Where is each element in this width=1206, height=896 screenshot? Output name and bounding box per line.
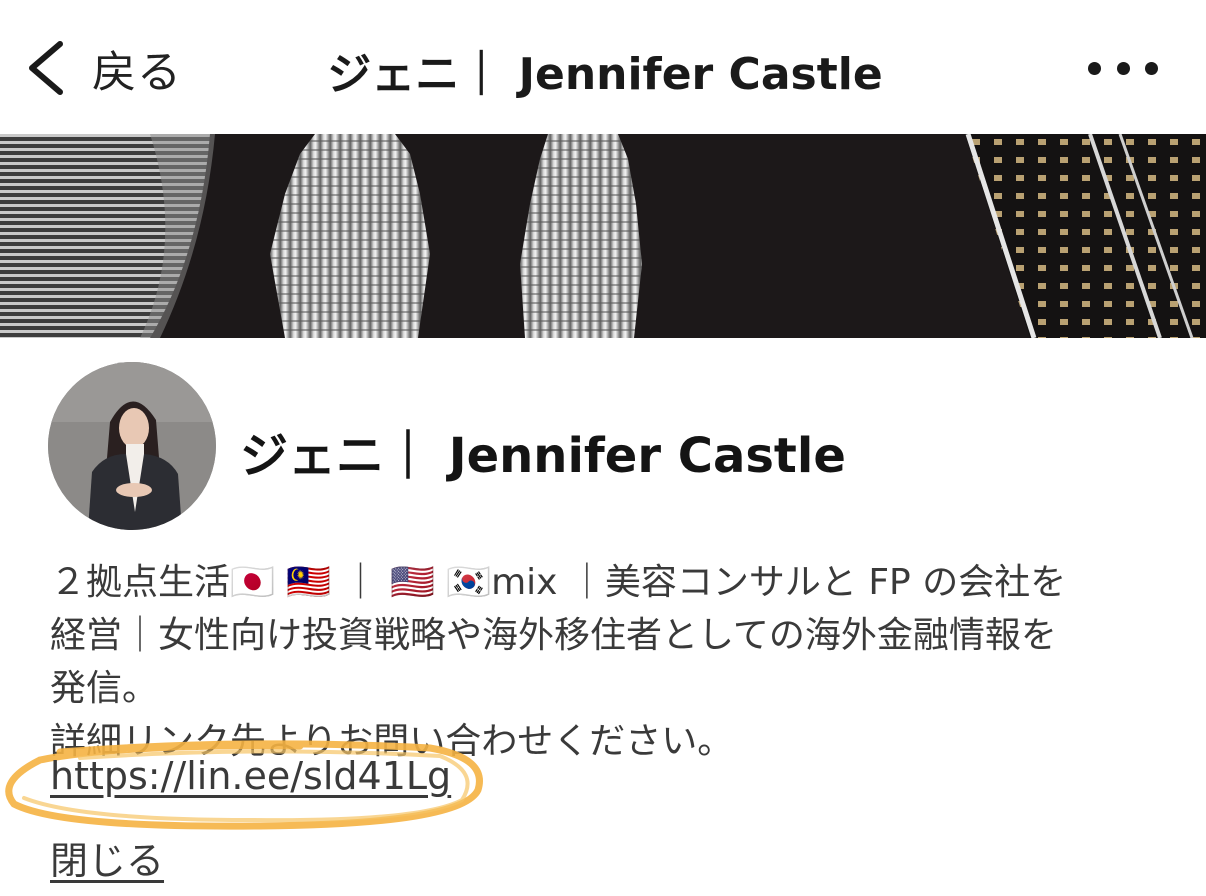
ellipsis-icon (1088, 61, 1101, 75)
bio-line: 発信。 (50, 668, 159, 709)
profile-link[interactable]: https://lin.ee/sld41Lg (50, 754, 451, 798)
cover-image (0, 134, 1206, 338)
top-navigation-bar: 戻る ジェニ｜ Jennifer Castle (0, 0, 1206, 134)
page-title: ジェニ｜ Jennifer Castle (327, 49, 883, 100)
more-options-button[interactable] (1088, 50, 1158, 86)
profile-bio: ２拠点生活🇯🇵 🇲🇾 ｜ 🇺🇸 🇰🇷mix ｜美容コンサルと FP の会社を 経… (50, 556, 1160, 768)
avatar-photo (48, 362, 216, 530)
close-link[interactable]: 閉じる (50, 830, 164, 885)
profile-page: 戻る ジェニ｜ Jennifer Castle ジェニ｜ Jennifer Ca… (0, 0, 1206, 896)
ellipsis-icon-dot (1116, 61, 1130, 75)
ellipsis-icon-dot (1145, 61, 1158, 75)
avatar[interactable] (48, 362, 216, 530)
chevron-left-icon (29, 41, 63, 95)
bio-line: ２拠点生活🇯🇵 🇲🇾 ｜ 🇺🇸 🇰🇷mix ｜美容コンサルと FP の会社を (50, 562, 1067, 603)
bio-line: 経営｜女性向け投資戦略や海外移住者としての海外金融情報を (50, 615, 1057, 656)
back-label: 戻る (92, 47, 182, 98)
profile-name: ジェニ｜ Jennifer Castle (240, 428, 846, 484)
back-button[interactable]: 戻る (22, 30, 182, 106)
cover-image-graphic (0, 134, 1206, 338)
